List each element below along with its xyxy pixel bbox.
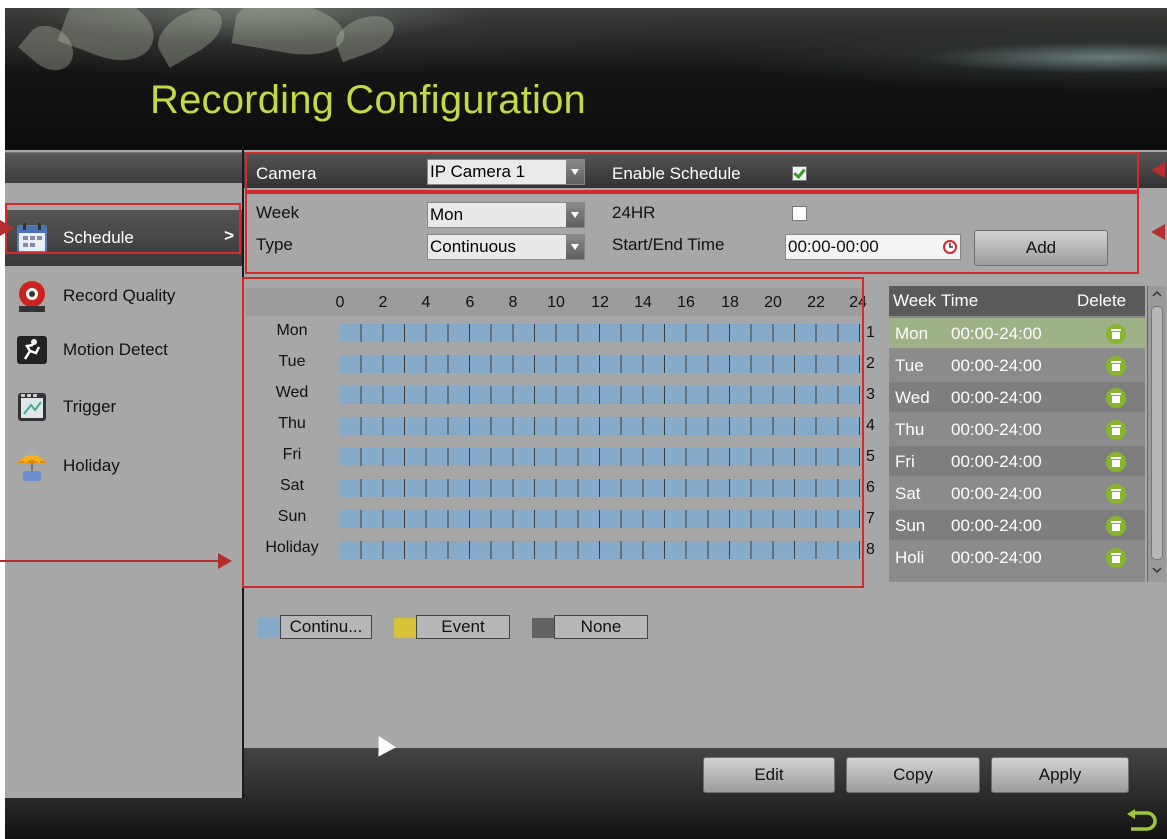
annotation-box-schedule: [5, 203, 241, 254]
chevron-down-icon[interactable]: [1152, 566, 1162, 574]
trash-icon[interactable]: [1106, 452, 1126, 472]
list-item-week: Wed: [895, 388, 930, 407]
record-icon: [15, 279, 49, 313]
trash-icon[interactable]: [1106, 484, 1126, 504]
list-item-week: Thu: [895, 420, 925, 439]
column-header-week: Week: [893, 291, 937, 310]
list-item-time: 00:00-24:00: [951, 356, 1042, 375]
trash-icon[interactable]: [1106, 388, 1126, 408]
list-item-time: 00:00-24:00: [951, 324, 1042, 343]
scrollbar-thumb[interactable]: [1151, 306, 1163, 560]
screen: Recording Configuration Schedule > Recor…: [0, 0, 1167, 839]
holiday-icon: [15, 449, 49, 483]
annotation-arrow: [0, 220, 14, 236]
header-banner: Recording Configuration: [5, 8, 1167, 150]
list-item-time: 00:00-24:00: [951, 516, 1042, 535]
edit-button[interactable]: Edit: [703, 757, 835, 793]
footer-bar: [5, 798, 1167, 839]
list-item-week: Mon: [895, 324, 929, 343]
list-item-week: Sat: [895, 484, 921, 503]
column-header-time: Time: [941, 291, 979, 310]
back-icon[interactable]: [1123, 809, 1157, 835]
list-item[interactable]: Wed 00:00-24:00: [889, 382, 1145, 412]
list-item[interactable]: Mon 00:00-24:00: [889, 318, 1145, 348]
list-item[interactable]: Fri 00:00-24:00: [889, 446, 1145, 476]
legend-continuous[interactable]: Continu...: [280, 615, 372, 639]
legend-swatch-continuous: [258, 618, 280, 638]
row-number: 7: [866, 510, 875, 527]
annotation-box-settings: [245, 192, 1139, 274]
list-item-week: Fri: [895, 452, 915, 471]
sidebar-header-bar: [5, 152, 242, 183]
list-item-week: Holi: [895, 548, 925, 567]
list-scrollbar[interactable]: [1147, 286, 1166, 582]
list-item[interactable]: Sat 00:00-24:00: [889, 478, 1145, 508]
list-item[interactable]: Holi 00:00-24:00: [889, 542, 1145, 572]
sidebar-item-label: Motion Detect: [63, 340, 168, 359]
annotation-arrow: [1151, 224, 1165, 240]
apply-button[interactable]: Apply: [991, 757, 1129, 793]
trash-icon[interactable]: [1106, 420, 1126, 440]
annotation-line: [0, 560, 220, 562]
sidebar-item-label: Record Quality: [63, 286, 176, 305]
sidebar-item-holiday[interactable]: Holiday: [5, 438, 242, 494]
list-item-time: 00:00-24:00: [951, 388, 1042, 407]
list-item-week: Sun: [895, 516, 926, 535]
legend-swatch-event: [394, 618, 416, 638]
page-title: Recording Configuration: [150, 78, 586, 122]
legend-event[interactable]: Event: [416, 615, 510, 639]
row-number: 6: [866, 479, 875, 496]
legend-none[interactable]: None: [554, 615, 648, 639]
list-item[interactable]: Thu 00:00-24:00: [889, 414, 1145, 444]
list-header: Week Time Delete: [889, 286, 1145, 316]
row-number: 5: [866, 448, 875, 465]
sidebar-item-label: Holiday: [63, 456, 120, 475]
action-bar: Edit Copy Apply: [244, 748, 1167, 798]
sidebar-item-label: Trigger: [63, 397, 117, 416]
list-item-time: 00:00-24:00: [951, 548, 1042, 567]
row-number: 3: [866, 386, 875, 403]
trash-icon[interactable]: [1106, 516, 1126, 536]
annotation-arrow: [218, 553, 232, 569]
list-item[interactable]: Tue 00:00-24:00: [889, 350, 1145, 380]
trash-icon[interactable]: [1106, 324, 1126, 344]
column-header-delete: Delete: [1077, 291, 1127, 310]
annotation-box-grid: [242, 277, 864, 588]
schedule-list: Week Time Delete Mon 00:00-24:00 Tue 00:…: [889, 286, 1145, 582]
copy-button[interactable]: Copy: [846, 757, 980, 793]
row-number: 2: [866, 355, 875, 372]
list-item-time: 00:00-24:00: [951, 484, 1042, 503]
trash-icon[interactable]: [1106, 548, 1126, 568]
annotation-box-camera: [245, 152, 1139, 192]
trigger-icon: [15, 390, 49, 424]
legend-swatch-none: [532, 618, 554, 638]
trash-icon[interactable]: [1106, 356, 1126, 376]
row-number: 4: [866, 417, 875, 434]
list-item-time: 00:00-24:00: [951, 452, 1042, 471]
motion-icon: [15, 333, 49, 367]
row-number: 1: [866, 324, 875, 341]
list-item-week: Tue: [895, 356, 924, 375]
sidebar-item-motion-detect[interactable]: Motion Detect: [5, 322, 242, 378]
chevron-up-icon[interactable]: [1152, 290, 1162, 298]
list-item[interactable]: Sun 00:00-24:00: [889, 510, 1145, 540]
row-number: 8: [866, 541, 875, 558]
sidebar-item-record-quality[interactable]: Record Quality: [5, 268, 242, 324]
annotation-arrow: [1151, 162, 1165, 178]
sidebar-item-trigger[interactable]: Trigger: [5, 379, 242, 435]
list-item-time: 00:00-24:00: [951, 420, 1042, 439]
